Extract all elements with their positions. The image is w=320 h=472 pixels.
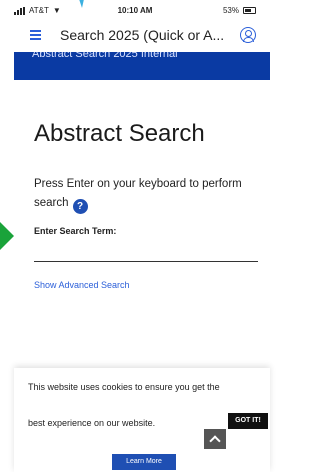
avatar-icon[interactable] [240,27,256,43]
page-title: Abstract Search [34,120,205,147]
status-right: 53% [223,6,256,15]
learn-more-button[interactable]: Learn More [112,454,176,470]
got-it-button[interactable]: GOT IT! [228,413,268,429]
battery-icon [243,7,256,14]
instruction-text: Press Enter on your keyboard to perform … [34,178,242,209]
battery-percent: 53% [222,6,239,15]
show-advanced-search-link[interactable]: Show Advanced Search [34,280,130,290]
page-banner: Abstract Search 2025 Internal [14,52,270,80]
nav-title: Search 2025 (Quick or A... [60,27,225,43]
search-instruction: Press Enter on your keyboard to perform … [34,175,244,214]
nav-bar: Search 2025 (Quick or A... [0,22,270,50]
chevron-up-icon[interactable] [204,429,226,449]
cookie-message-line1: This website uses cookies to ensure you … [28,382,220,392]
banner-text: Abstract Search 2025 Internal [32,52,178,60]
hamburger-icon[interactable] [30,30,41,40]
cookie-message-line2: best experience on our website. [28,418,156,428]
search-field-label: Enter Search Term: [34,226,117,236]
status-bar: AT&T ▼ 10:10 AM 53% [0,6,270,20]
decorative-arrow-left [0,222,14,250]
help-icon[interactable]: ? [72,199,88,214]
search-input[interactable] [34,244,258,262]
cookie-banner: This website uses cookies to ensure you … [14,368,270,472]
